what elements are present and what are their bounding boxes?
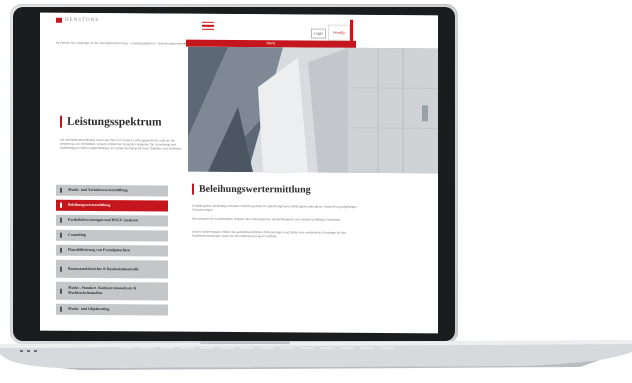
menu-item-plausibilisierung[interactable]: Plausibilisierung von Fremdgutachten [56,244,168,257]
breadcrumb[interactable]: Ihr Partner für Leistungen in der Immobi… [56,41,192,46]
hero-architecture-graphic [188,46,438,174]
bullet-icon [60,288,62,294]
bullet-icon [60,306,62,312]
laptop-base [0,338,632,370]
page-title-block: Leistungsspektrum [60,115,162,129]
menu-item-bauzustand[interactable]: Bauzustandsberichte & Baukostenkontrolle [56,259,168,279]
bullet-icon [60,202,62,208]
content-paragraph: Unsere Bewertungen erfüllen die aufsicht… [192,229,347,239]
login-button[interactable]: Login [311,28,326,39]
region-button[interactable]: HomDy [328,24,350,41]
menu-item-label: Bauzustandsberichte & Baukostenkontrolle [68,266,139,271]
header-accent-strip [350,19,353,42]
menu-item-label: Consulting [68,232,86,237]
menu-item-label: Portfoliobewertungen und DSGV-Analysen [68,217,139,223]
content-paragraph: Ermittlung des nachhaltig erzielbaren We… [192,203,357,213]
site-header: HENSTONE Login HomDy [40,12,438,44]
hero-image [188,46,438,174]
bullet-icon [60,247,62,253]
browser-screen: HENSTONE Login HomDy Ihr Partner für Lei… [40,12,438,334]
bullet-icon [60,232,62,238]
page-title: Leistungsspektrum [67,115,162,129]
bullet-icon [60,266,62,272]
content-paragraph: Wir bewerten für Kreditinstitute Objekte… [192,216,342,222]
menu-item-label: Markt- und Verkehrswertermittlung [68,187,128,193]
menu-item-verkehrswert[interactable]: Markt- und Verkehrswertermittlung [56,184,168,197]
bullet-icon [60,217,62,223]
menu-item-consulting[interactable]: Consulting [56,229,168,242]
section-title: Beleihungswertermittlung [199,183,311,196]
menu-item-beleihungswert[interactable]: Beleihungswertermittlung [56,199,168,212]
section-title-block: Beleihungswertermittlung [192,183,311,196]
section-title-accent [192,183,194,195]
bullet-icon [60,187,62,193]
site-logo[interactable]: HENSTONE [56,17,100,24]
title-accent [60,115,62,128]
menu-item-label: Plausibilisierung von Fremdgutachten [68,247,130,253]
menu-item-standortanalyse[interactable]: Markt-, Standort- Konkurrenzanalysen & M… [56,281,168,301]
service-menu: Markt- und Verkehrswertermittlung Beleih… [56,184,168,320]
menu-item-label: Beleihungswertermittlung [68,202,111,208]
intro-text: Als Immobiliendienstleister bieten wir I… [60,137,182,152]
menu-item-portfolio[interactable]: Portfoliobewertungen und DSGV-Analysen [56,214,168,227]
scroll-handle[interactable] [422,105,428,122]
logo-icon [56,17,62,23]
menu-item-label: Markt- und Objektrating [68,306,110,312]
hamburger-menu-icon[interactable] [202,21,214,30]
menu-item-rating[interactable]: Markt- und Objektrating [56,303,168,316]
menu-item-label: Markt-, Standort- Konkurrenzanalysen & M… [68,285,137,296]
logo-text: HENSTONE [65,17,100,24]
